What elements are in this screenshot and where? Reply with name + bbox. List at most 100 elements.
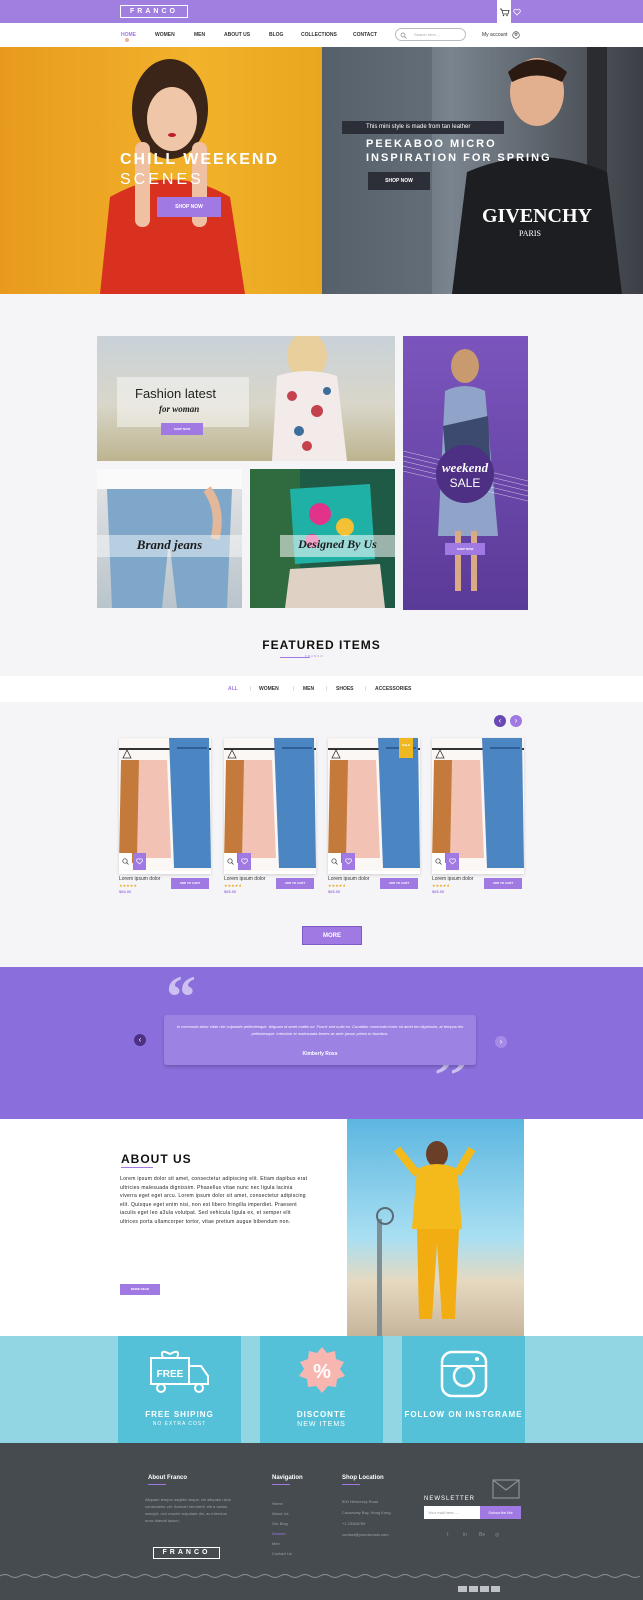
about-title: ABOUT US [121, 1152, 192, 1166]
add-to-cart-button[interactable]: ADD TO CART [380, 878, 418, 889]
search-icon [331, 858, 338, 865]
fashion-shop-button[interactable]: SHOP NOW [161, 423, 203, 435]
search-icon [122, 858, 129, 865]
footer-logo[interactable]: FRANCO [153, 1547, 220, 1559]
dribbble-icon[interactable]: ◎ [495, 1532, 499, 1538]
promo-fashion-photo [272, 336, 347, 461]
promo-brand-jeans[interactable]: Brand jeans [97, 469, 242, 608]
heart-icon [241, 858, 248, 865]
search-icon[interactable] [400, 32, 407, 39]
testimonial-author: Kimberly Ross [302, 1051, 338, 1057]
nav-about[interactable]: ABOUT US [224, 32, 250, 38]
user-icon[interactable] [512, 31, 520, 39]
quick-view-button[interactable] [328, 853, 341, 870]
footer-about-text: Aliquam tempor sagittis neque, vel aliqu… [145, 1497, 231, 1523]
hero-right-shop-button[interactable]: SHOP NOW [368, 172, 430, 190]
weekend-shop-button[interactable]: SHOP NOW [445, 543, 485, 555]
brand-logo[interactable]: FRANCO [120, 5, 188, 18]
nav-collections[interactable]: COLLECTIONS [301, 32, 337, 38]
testimonial-next-button[interactable]: › [495, 1036, 507, 1048]
product-name[interactable]: Lorem ipsum dolor [432, 876, 473, 882]
about-section: ABOUT US Lorem ipsum dolor sit amet, con… [0, 1119, 643, 1336]
nav-home[interactable]: HOME [121, 32, 136, 38]
footer-about-title: About Franco [148, 1475, 187, 1481]
product-name[interactable]: Lorem ipsum dolor [224, 876, 265, 882]
tab-women[interactable]: WOMEN [259, 686, 279, 692]
about-photo [347, 1119, 524, 1336]
nav-men[interactable]: MEN [194, 32, 205, 38]
quick-view-button[interactable] [224, 853, 237, 870]
testimonial-text: In commodo dolor vitae nisi vulputate pe… [176, 1024, 464, 1036]
paypal-icon [491, 1586, 500, 1592]
product-card[interactable] [224, 738, 316, 874]
wishlist-button[interactable] [342, 853, 355, 870]
product-card[interactable] [432, 738, 524, 874]
product-name[interactable]: Lorem ipsum dolor [119, 876, 160, 882]
newsletter-subscribe-button[interactable]: Subscribe Me [480, 1506, 521, 1519]
footer-nav-men[interactable]: Men [272, 1541, 280, 1546]
wishlist-button[interactable] [238, 853, 251, 870]
truck-icon: FREE [150, 1350, 209, 1393]
about-more-button[interactable]: MORE READ [120, 1284, 160, 1295]
heart-icon [449, 858, 456, 865]
newsletter-email-input[interactable]: Your mail here..... [424, 1506, 480, 1519]
weekend-title: weekend [441, 460, 489, 475]
linkedin-icon[interactable]: in [463, 1532, 467, 1538]
footer-nav-women[interactable]: Women [272, 1531, 286, 1536]
testimonial-prev-button[interactable]: ‹ [134, 1034, 146, 1046]
product-card[interactable] [119, 738, 211, 874]
nav-contact[interactable]: CONTACT [353, 32, 377, 38]
heart-icon[interactable] [513, 8, 521, 16]
featured-subtitle: FRANCO [305, 654, 324, 658]
product-name[interactable]: Lorem ipsum dolor [328, 876, 369, 882]
feature-instagram[interactable]: FOLLOW ON INSTGRAME [402, 1336, 525, 1443]
designed-title: Designed By Us [298, 537, 377, 551]
hero-banner-left: CHILL WEEKEND SCENES SHOP NOW [0, 47, 322, 294]
add-to-cart-button[interactable]: ADD TO CART [171, 878, 209, 889]
footer-nav-home[interactable]: Home [272, 1501, 283, 1506]
wishlist-button[interactable] [446, 853, 459, 870]
promo-fashion[interactable]: Fashion latest for woman SHOP NOW [97, 336, 395, 461]
carousel-prev-button[interactable]: ‹ [494, 715, 506, 727]
quick-view-button[interactable] [119, 853, 132, 870]
nav-blog[interactable]: BLOG [269, 32, 283, 38]
product-card[interactable]: SALE [328, 738, 420, 874]
tab-men[interactable]: MEN [303, 686, 314, 692]
fashion-title: Fashion latest [135, 386, 216, 401]
hero-left-shop-button[interactable]: SHOP NOW [157, 197, 221, 217]
tab-shoes[interactable]: SHOES [336, 686, 354, 692]
add-to-cart-button[interactable]: ADD TO CART [484, 878, 522, 889]
search-icon [435, 858, 442, 865]
shirt-print: GIVENCHY [482, 205, 593, 227]
more-button[interactable]: MORE [302, 926, 362, 945]
hero-banner-right: GIVENCHY PARIS This mini style is made f… [322, 47, 643, 294]
fashion-subtitle: for woman [159, 404, 200, 414]
percent-icon-text: % [313, 1361, 331, 1383]
footer-nav-about[interactable]: About Us [272, 1511, 288, 1516]
wishlist-button[interactable] [133, 853, 146, 870]
tab-all[interactable]: ALL [228, 686, 238, 692]
nav-women[interactable]: WOMEN [155, 32, 175, 38]
my-account-link[interactable]: My account [482, 32, 508, 38]
tab-accessories[interactable]: ACCESSORIES [375, 686, 411, 692]
add-to-cart-button[interactable]: ADD TO CART [276, 878, 314, 889]
product-image[interactable] [432, 738, 524, 871]
behance-icon[interactable]: Be [479, 1532, 485, 1538]
testimonial-section: “ ” In commodo dolor vitae nisi vulputat… [0, 964, 643, 1119]
quick-view-button[interactable] [432, 853, 445, 870]
product-image[interactable] [119, 738, 211, 871]
twitter-icon[interactable]: t [447, 1532, 448, 1538]
promo-weekend-sale[interactable]: weekend SALE SHOP NOW [403, 336, 528, 610]
footer-nav-contact[interactable]: Contact Us [272, 1551, 292, 1556]
newsletter-title: NEWSLETTER [424, 1496, 476, 1502]
feature-subtitle: NO EXTRA COST [152, 1421, 207, 1427]
footer-nav-blog[interactable]: Our Blog [272, 1521, 288, 1526]
footer-email[interactable]: contact@yourdomain.com [342, 1532, 389, 1537]
promo-designed-by-us[interactable]: Designed By Us [250, 469, 395, 608]
feature-title: FOLLOW ON INSTGRAME [404, 1410, 523, 1419]
cart-button[interactable] [497, 0, 511, 23]
carousel-next-button[interactable]: › [510, 715, 522, 727]
product-price: $66.00 [328, 889, 341, 894]
product-image[interactable] [224, 738, 316, 871]
footer-phone: +1 23456789 [342, 1521, 366, 1526]
